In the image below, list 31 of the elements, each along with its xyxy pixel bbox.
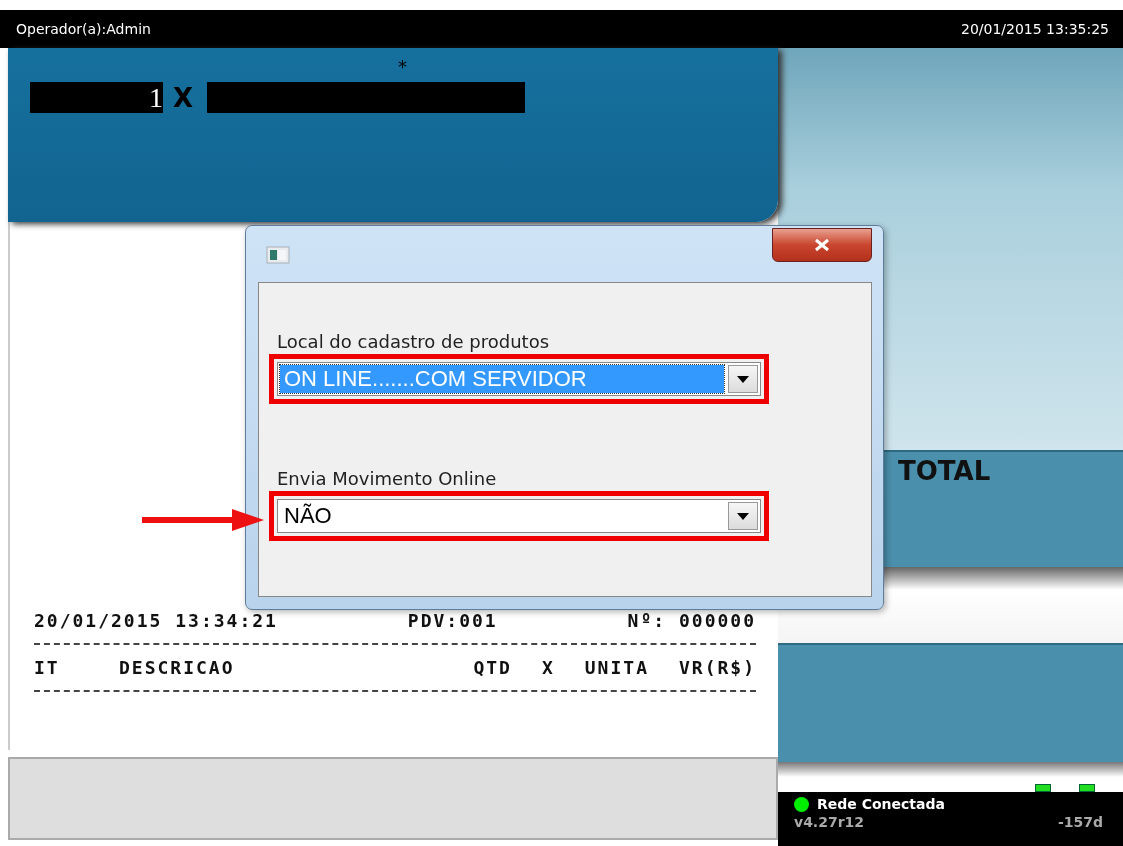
field-label: Envia Movimento Online (277, 468, 497, 489)
receipt-text: PDV:001 (407, 610, 498, 631)
close-icon (813, 238, 831, 252)
column-header: VR(R$) (678, 657, 756, 678)
total-label: TOTAL (898, 456, 991, 486)
dropdown-button[interactable] (728, 502, 758, 530)
receipt-text: Nº: 000000 (627, 610, 756, 631)
column-header: QTD (473, 657, 512, 678)
network-status: Rede Conectada (817, 796, 945, 812)
version-label: v4.27r12 (794, 814, 865, 830)
asterisk-mark: * (398, 56, 407, 77)
field-label: Local do cadastro de produtos (277, 331, 550, 352)
status-led-icon (1079, 784, 1095, 792)
caret-icon (737, 512, 749, 520)
column-header: IT (34, 657, 61, 678)
close-button[interactable] (772, 228, 872, 262)
product-field[interactable] (207, 82, 526, 113)
receipt-text: 20/01/2015 13:34:21 (34, 610, 278, 631)
column-header: X (541, 657, 555, 678)
column-header: DESCRICAO (119, 657, 236, 678)
quantity-field[interactable]: 1 (30, 82, 163, 113)
days-label: -157d (1057, 814, 1103, 830)
dropdown[interactable]: NÃO (277, 499, 761, 533)
caret-icon (737, 375, 749, 383)
multiply-sign: X (173, 82, 194, 113)
dropdown-button[interactable] (728, 365, 758, 393)
date-time: 20/01/2015 13:35:25 (960, 21, 1109, 37)
operator-label: Operador(a):Admin (16, 21, 151, 37)
app-icon (266, 246, 290, 264)
status-led-icon (1035, 784, 1051, 792)
column-header: UNITA (584, 657, 649, 678)
